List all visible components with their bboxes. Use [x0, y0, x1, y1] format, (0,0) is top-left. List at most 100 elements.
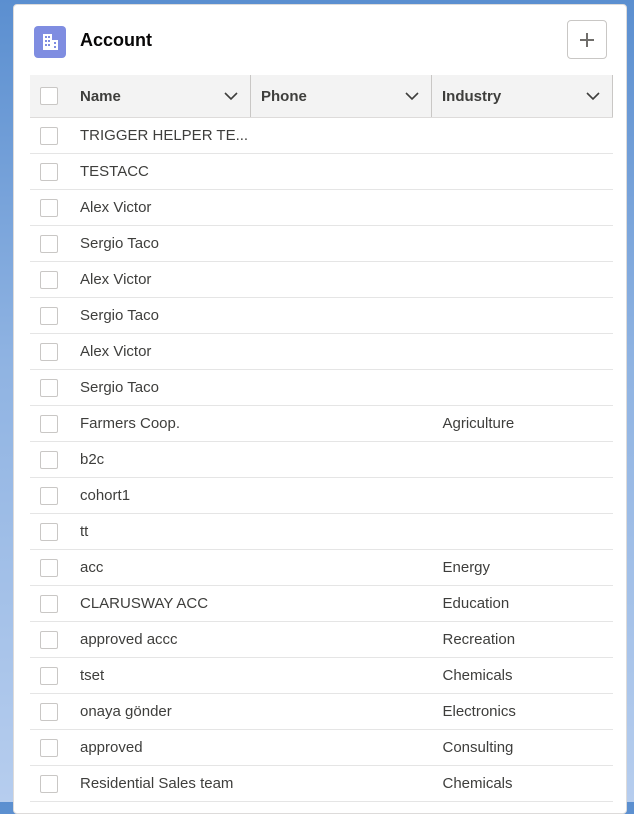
cell-name[interactable]: approved: [80, 729, 251, 766]
cell-industry: [431, 333, 613, 370]
cell-phone: [250, 477, 432, 514]
cell-name[interactable]: Alex Victor: [80, 261, 251, 298]
cell-name[interactable]: Sergio Taco: [80, 297, 251, 334]
cell-name[interactable]: cohort1: [80, 477, 251, 514]
card-header: Account: [14, 5, 626, 75]
column-header-industry[interactable]: Industry: [431, 75, 613, 118]
column-header-name[interactable]: Name: [80, 75, 251, 118]
cell-name[interactable]: CLARUSWAY ACC: [80, 585, 251, 622]
card-title: Account: [80, 30, 152, 50]
row-checkbox[interactable]: [40, 774, 58, 793]
row-select-cell: [30, 117, 80, 154]
table-row[interactable]: Sergio Taco: [30, 225, 613, 262]
table-row[interactable]: tset Chemicals: [30, 657, 613, 694]
table-row[interactable]: CLARUSWAY ACC Education: [30, 585, 613, 622]
cell-phone: [250, 405, 432, 442]
row-select-cell: [30, 441, 80, 478]
cell-name[interactable]: Sergio Taco: [80, 225, 251, 262]
table-row[interactable]: Alex Victor: [30, 333, 613, 370]
table-row[interactable]: TRIGGER HELPER TE...: [30, 117, 613, 154]
row-checkbox[interactable]: [40, 738, 58, 757]
table-row[interactable]: onaya gönder Electronics: [30, 693, 613, 730]
cell-industry: Consulting: [431, 729, 613, 766]
row-checkbox[interactable]: [40, 450, 58, 469]
row-checkbox[interactable]: [40, 378, 58, 397]
cell-industry: [431, 477, 613, 514]
table-row[interactable]: b2c: [30, 441, 613, 478]
row-select-cell: [30, 369, 80, 406]
table-row[interactable]: approved Consulting: [30, 729, 613, 766]
table-row[interactable]: Sergio Taco: [30, 369, 613, 406]
cell-industry: [431, 297, 613, 334]
cell-name[interactable]: b2c: [80, 441, 251, 478]
row-select-cell: [30, 297, 80, 334]
table-row[interactable]: Alex Victor: [30, 189, 613, 226]
row-checkbox[interactable]: [40, 558, 58, 577]
cell-name[interactable]: tt: [80, 513, 251, 550]
column-header-phone[interactable]: Phone: [250, 75, 432, 118]
cell-name[interactable]: Alex Victor: [80, 189, 251, 226]
row-select-cell: [30, 189, 80, 226]
table-row[interactable]: cohort1: [30, 477, 613, 514]
row-checkbox[interactable]: [40, 198, 58, 217]
table-row[interactable]: Residential Sales team Chemicals: [30, 765, 613, 802]
row-checkbox[interactable]: [40, 342, 58, 361]
cell-industry: Electronics: [431, 693, 613, 730]
cell-industry: [431, 189, 613, 226]
chevron-down-icon[interactable]: [405, 89, 419, 103]
select-all-checkbox[interactable]: [40, 87, 58, 105]
cell-phone: [250, 621, 432, 658]
table-row[interactable]: TESTACC: [30, 153, 613, 190]
cell-name[interactable]: onaya gönder: [80, 693, 251, 730]
cell-name[interactable]: Sergio Taco: [80, 369, 251, 406]
row-checkbox[interactable]: [40, 666, 58, 685]
row-select-cell: [30, 477, 80, 514]
row-checkbox[interactable]: [40, 162, 58, 181]
column-label-industry: Industry: [442, 87, 502, 105]
cell-name[interactable]: TRIGGER HELPER TE...: [80, 117, 251, 154]
table-row[interactable]: Sergio Taco: [30, 297, 613, 334]
row-checkbox[interactable]: [40, 594, 58, 613]
row-select-cell: [30, 549, 80, 586]
row-checkbox[interactable]: [40, 306, 58, 325]
row-checkbox[interactable]: [40, 234, 58, 253]
cell-phone: [250, 153, 432, 190]
cell-name[interactable]: Residential Sales team: [80, 765, 251, 802]
cell-name[interactable]: tset: [80, 657, 251, 694]
row-checkbox[interactable]: [40, 702, 58, 721]
cell-industry: Chemicals: [431, 657, 613, 694]
add-record-button[interactable]: [567, 20, 607, 59]
select-all-header: [30, 75, 80, 118]
column-label-name: Name: [80, 87, 121, 105]
table-row[interactable]: Farmers Coop. Agriculture: [30, 405, 613, 442]
cell-phone: [250, 513, 432, 550]
cell-phone: [250, 189, 432, 226]
row-checkbox[interactable]: [40, 522, 58, 541]
chevron-down-icon[interactable]: [224, 89, 238, 103]
row-checkbox[interactable]: [40, 630, 58, 649]
cell-name[interactable]: Farmers Coop.: [80, 405, 251, 442]
row-checkbox[interactable]: [40, 126, 58, 145]
cell-phone: [250, 657, 432, 694]
cell-industry: [431, 369, 613, 406]
row-select-cell: [30, 693, 80, 730]
table-row[interactable]: tt: [30, 513, 613, 550]
cell-phone: [250, 297, 432, 334]
cell-name[interactable]: TESTACC: [80, 153, 251, 190]
table-row[interactable]: approved accc Recreation: [30, 621, 613, 658]
row-select-cell: [30, 261, 80, 298]
plus-icon: [580, 32, 594, 47]
chevron-down-icon[interactable]: [586, 89, 600, 103]
row-checkbox[interactable]: [40, 270, 58, 289]
table-row[interactable]: Alex Victor: [30, 261, 613, 298]
cell-name[interactable]: approved accc: [80, 621, 251, 658]
row-select-cell: [30, 225, 80, 262]
table-row[interactable]: acc Energy: [30, 549, 613, 586]
cell-name[interactable]: acc: [80, 549, 251, 586]
row-checkbox[interactable]: [40, 414, 58, 433]
cell-name[interactable]: Alex Victor: [80, 333, 251, 370]
row-select-cell: [30, 513, 80, 550]
account-building-icon: [34, 26, 66, 58]
row-checkbox[interactable]: [40, 486, 58, 505]
row-select-cell: [30, 657, 80, 694]
